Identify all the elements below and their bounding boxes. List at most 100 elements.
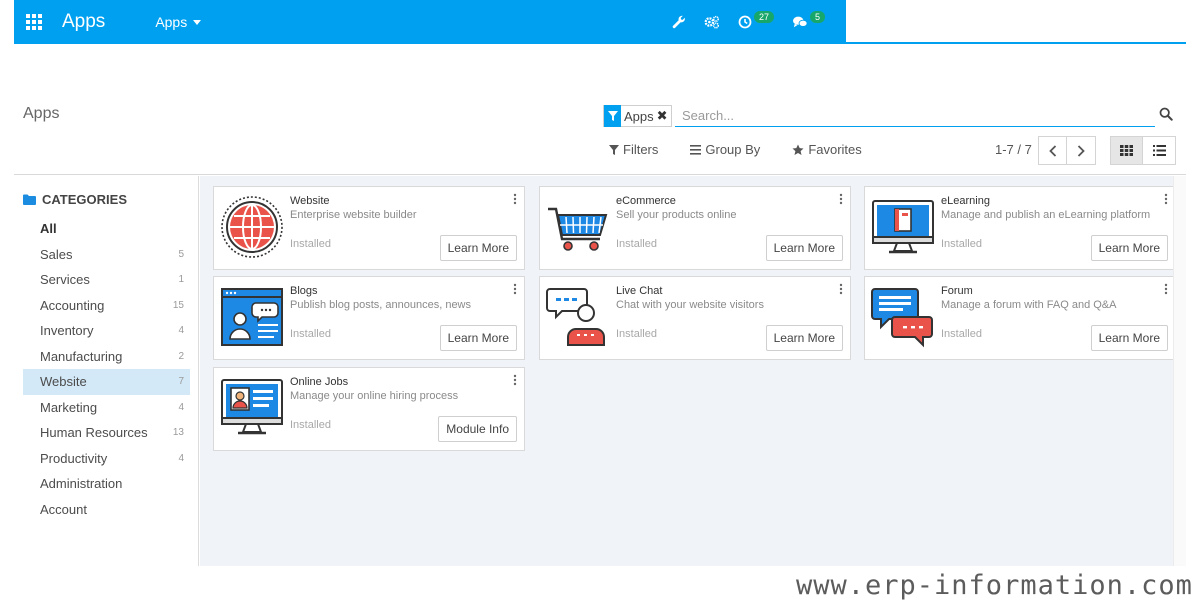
app-status: Installed — [941, 328, 982, 340]
blog-page-icon — [221, 288, 283, 346]
app-card-website[interactable]: Website Enterprise website builder Insta… — [213, 186, 525, 270]
app-summary: Manage your online hiring process — [290, 390, 459, 402]
app-card-live-chat[interactable]: Live Chat Chat with your website visitor… — [539, 276, 851, 360]
search-input[interactable] — [675, 105, 1155, 127]
search-icon — [1159, 107, 1173, 121]
app-card-online-jobs[interactable]: Online Jobs Manage your online hiring pr… — [213, 367, 525, 451]
learn-more-button[interactable]: Learn More — [765, 235, 843, 261]
app-card-elearning[interactable]: eLearning Manage and publish an eLearnin… — [864, 186, 1176, 270]
category-label: Sales — [40, 246, 73, 262]
category-count: 7 — [178, 376, 184, 388]
watermark-text: www.erp-information.com — [796, 570, 1193, 600]
folder-icon — [23, 194, 36, 205]
star-icon — [792, 144, 804, 155]
learn-more-button[interactable]: Learn More — [1090, 325, 1168, 351]
chat-icon — [792, 16, 808, 28]
pager-next-button[interactable] — [1067, 136, 1096, 165]
learn-more-button[interactable]: Learn More — [439, 325, 517, 351]
category-label: All — [40, 221, 57, 237]
category-item-accounting[interactable]: Accounting 15 — [23, 293, 190, 319]
debug-wrench-button[interactable] — [663, 0, 695, 44]
category-count: 5 — [178, 248, 184, 260]
kebab-menu-icon[interactable] — [1163, 283, 1169, 295]
category-item-services[interactable]: Services 1 — [23, 267, 190, 293]
apps-menu-label: Apps — [155, 14, 188, 30]
kebab-menu-icon[interactable] — [512, 283, 518, 295]
app-name: Website — [290, 195, 330, 207]
category-label: Manufacturing — [40, 348, 123, 364]
category-item-marketing[interactable]: Marketing 4 — [23, 395, 190, 421]
search-button[interactable] — [1159, 107, 1177, 125]
category-item-sales[interactable]: Sales 5 — [23, 242, 190, 268]
category-sidebar: CATEGORIES All Sales 5 Services 1 Accounti… — [14, 176, 199, 566]
chevron-right-icon — [1077, 144, 1085, 157]
navbar-extension-line — [846, 42, 1186, 44]
category-count: 4 — [178, 325, 184, 337]
category-label: Inventory — [40, 323, 94, 339]
app-card-blogs[interactable]: Blogs Publish blog posts, announces, new… — [213, 276, 525, 360]
app-brand-title: Apps — [62, 11, 106, 32]
category-item-human-resources[interactable]: Human Resources 13 — [23, 420, 190, 446]
category-item-account[interactable]: Account — [23, 497, 190, 523]
app-status: Installed — [941, 238, 982, 250]
facet-remove-icon[interactable]: ✖ — [657, 108, 671, 124]
app-status: Installed — [290, 328, 331, 340]
app-grid-icon[interactable] — [20, 0, 48, 44]
forum-bubbles-icon — [871, 288, 933, 348]
category-item-inventory[interactable]: Inventory 4 — [23, 318, 190, 344]
category-count: 15 — [172, 299, 184, 311]
category-item-administration[interactable]: Administration — [23, 471, 190, 497]
bars-icon — [690, 144, 702, 155]
kebab-menu-icon[interactable] — [838, 193, 844, 205]
learn-more-button[interactable]: Learn More — [765, 325, 843, 351]
apps-menu-dropdown[interactable]: Apps — [155, 14, 202, 30]
kebab-menu-icon[interactable] — [1163, 193, 1169, 205]
app-name: Forum — [941, 285, 973, 297]
category-item-productivity[interactable]: Productivity 4 — [23, 446, 190, 472]
category-label: Human Resources — [40, 425, 148, 441]
favorites-dropdown-button[interactable]: Favorites — [792, 142, 862, 157]
group-by-dropdown-button[interactable]: Group By — [690, 142, 760, 157]
category-count: 13 — [172, 427, 184, 439]
wrench-icon — [672, 15, 685, 29]
kebab-menu-icon[interactable] — [512, 374, 518, 386]
kebab-menu-icon[interactable] — [838, 283, 844, 295]
clock-icon — [738, 15, 752, 29]
kanban-view-button[interactable] — [1110, 136, 1143, 165]
learn-more-button[interactable]: Learn More — [439, 235, 517, 261]
grid-view-icon — [1120, 145, 1133, 156]
learn-more-button[interactable]: Learn More — [1090, 235, 1168, 261]
filters-label: Filters — [623, 142, 659, 157]
app-name: eLearning — [941, 195, 990, 207]
activities-button[interactable]: 27 — [729, 0, 783, 44]
messages-button[interactable]: 5 — [783, 0, 834, 44]
category-list: All Sales 5 Services 1 Accounting 15 Invent… — [23, 216, 190, 522]
app-card-forum[interactable]: Forum Manage a forum with FAQ and Q&A In… — [864, 276, 1176, 360]
list-view-button[interactable] — [1143, 136, 1176, 165]
breadcrumb: Apps — [23, 105, 60, 122]
category-item-manufacturing[interactable]: Manufacturing 2 — [23, 344, 190, 370]
pager-previous-button[interactable] — [1038, 136, 1067, 165]
list-view-icon — [1152, 145, 1166, 156]
category-item-website[interactable]: Website 7 — [23, 369, 190, 395]
app-card-ecommerce[interactable]: eCommerce Sell your products online Inst… — [539, 186, 851, 270]
categories-title: CATEGORIES — [42, 192, 127, 207]
filter-funnel-icon — [604, 105, 621, 127]
kanban-scrollbar[interactable] — [1173, 176, 1186, 566]
kebab-menu-icon[interactable] — [512, 193, 518, 205]
app-status: Installed — [616, 238, 657, 250]
switch-company-button[interactable] — [695, 0, 729, 44]
view-switcher — [1110, 136, 1176, 165]
search-bar: Apps ✖ — [603, 105, 1177, 129]
module-info-button[interactable]: Module Info — [438, 416, 517, 442]
filters-dropdown-button[interactable]: Filters — [609, 142, 658, 157]
apps-screen: Apps Apps 27 5 Apps Apps ✖ Search... Fil… — [0, 0, 1200, 600]
pager-value: 1-7 / 7 — [995, 142, 1032, 157]
app-summary: Manage and publish an eLearning platform — [941, 209, 1151, 221]
favorites-label: Favorites — [808, 142, 862, 157]
live-chat-icon — [546, 288, 605, 346]
search-facet-apps[interactable]: Apps ✖ — [603, 105, 672, 127]
category-item-all[interactable]: All — [23, 216, 190, 242]
category-count: 1 — [178, 274, 184, 286]
category-count: 4 — [178, 401, 184, 413]
